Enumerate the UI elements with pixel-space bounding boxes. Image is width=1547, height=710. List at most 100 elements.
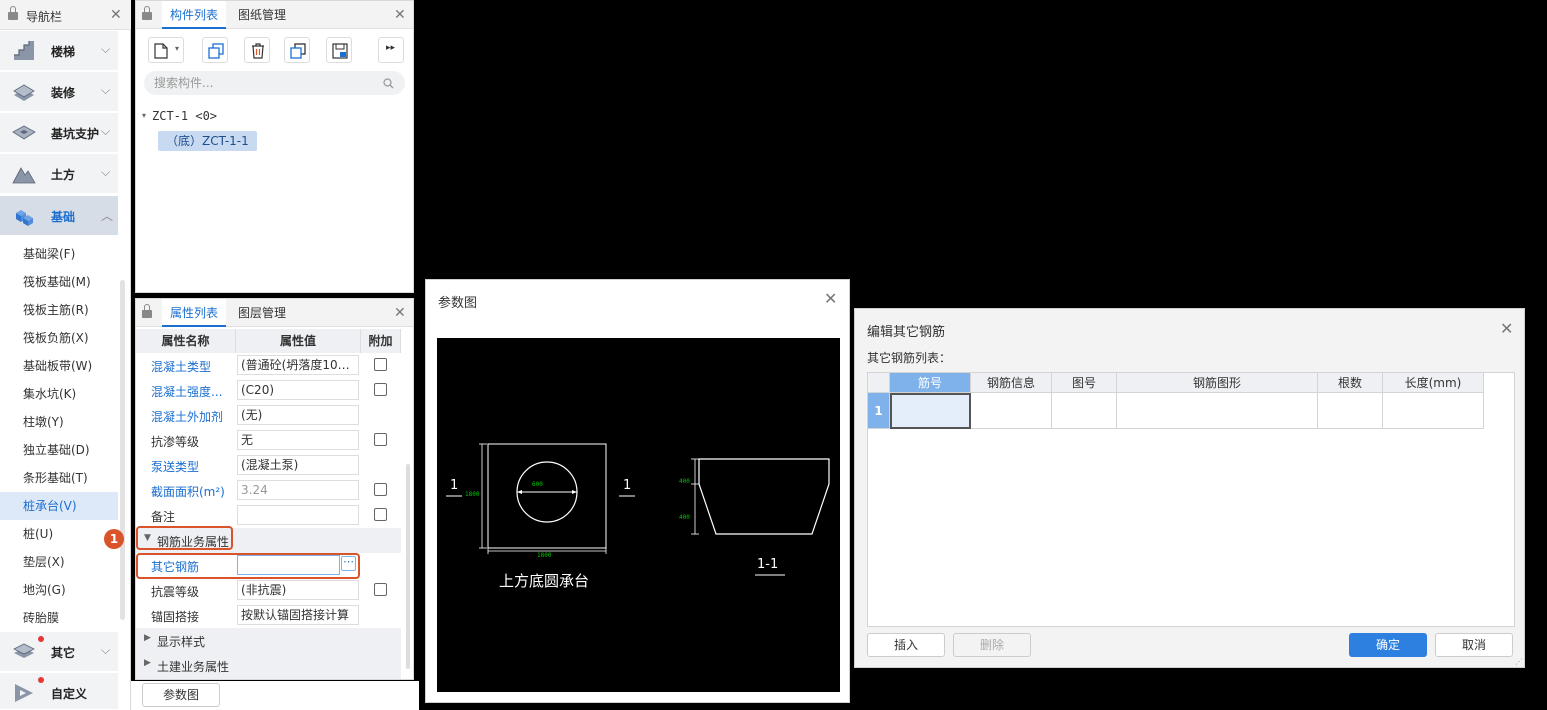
nav-item-raft-foundation[interactable]: 筏板基础(M): [0, 268, 118, 296]
nav-item-isolated-foundation[interactable]: 独立基础(D): [0, 436, 118, 464]
tab-component-list[interactable]: 构件列表: [162, 1, 227, 29]
nav-group-earthwork[interactable]: 土方 ⌵: [0, 154, 118, 194]
close-icon[interactable]: ✕: [1500, 319, 1513, 338]
nav-item-brick-membrane[interactable]: 砖胎膜: [0, 604, 118, 632]
nav-group-pit-support[interactable]: 基坑支护 ⌵: [0, 113, 118, 153]
section-label-right: 1: [623, 478, 632, 493]
nav-item-pile[interactable]: 桩(U): [0, 520, 118, 548]
close-icon[interactable]: ✕: [394, 306, 406, 320]
navigation-bar-header: 导航栏 ✕: [0, 0, 131, 30]
nav-item-strip-foundation[interactable]: 条形基础(T): [0, 464, 118, 492]
length-cell[interactable]: [1383, 393, 1484, 429]
additional-checkbox[interactable]: [374, 508, 387, 521]
property-scrollbar[interactable]: [406, 464, 410, 669]
tab-layer-management[interactable]: 图层管理: [230, 299, 294, 327]
figure-number-cell[interactable]: [1052, 393, 1117, 429]
new-component-button[interactable]: ▾: [148, 37, 184, 63]
column-header-rebar-info[interactable]: 钢筋信息: [971, 373, 1052, 393]
tab-property-list[interactable]: 属性列表: [162, 299, 227, 327]
column-header-length[interactable]: 长度(mm): [1383, 373, 1484, 393]
nav-item-raft-main-rebar[interactable]: 筏板主筋(R): [0, 296, 118, 324]
count-cell[interactable]: [1318, 393, 1383, 429]
decoration-icon: [13, 84, 35, 101]
property-name-link[interactable]: 混凝土强度...: [151, 383, 222, 400]
property-value[interactable]: (无): [237, 405, 359, 425]
tree-child-node[interactable]: （底）ZCT-1-1: [158, 131, 257, 151]
property-value[interactable]: [237, 505, 359, 525]
close-icon[interactable]: ✕: [824, 289, 837, 308]
navigation-bar: 导航栏 ✕ 楼梯 ⌵ 装修 ⌵ 基坑支护 ⌵ 土方 ⌵ 基础 ︿ 基础梁(F) …: [0, 0, 131, 710]
cancel-button[interactable]: 取消: [1435, 633, 1513, 657]
close-icon[interactable]: ✕: [110, 8, 122, 22]
search-icon[interactable]: [383, 78, 394, 89]
property-value[interactable]: (C20): [237, 380, 359, 400]
step-badge: 1: [104, 529, 124, 549]
nav-group-stairs[interactable]: 楼梯 ⌵: [0, 31, 118, 71]
property-value[interactable]: 按默认锚固搭接计算: [237, 605, 359, 625]
nav-group-decoration[interactable]: 装修 ⌵: [0, 72, 118, 112]
property-name-link[interactable]: 截面面积(m²): [151, 483, 225, 500]
copy-component-button[interactable]: [202, 37, 228, 63]
nav-group-other[interactable]: 其它 ⌵: [0, 632, 118, 672]
property-value[interactable]: 无: [237, 430, 359, 450]
insert-button[interactable]: 插入: [867, 633, 945, 657]
nav-item-trench[interactable]: 地沟(G): [0, 576, 118, 604]
param-diagram-dialog: 参数图 ✕ 600 1800 1800 400 400 1 1 1-1 上方底圆…: [425, 279, 850, 703]
delete-component-button[interactable]: [244, 37, 270, 63]
property-row: 锚固搭接 按默认锚固搭接计算: [136, 603, 401, 628]
rebar-shape-cell[interactable]: [1117, 393, 1318, 429]
nav-item-sump-pit[interactable]: 集水坑(K): [0, 380, 118, 408]
chevron-down-icon: ⌵: [101, 643, 111, 657]
additional-checkbox[interactable]: [374, 383, 387, 396]
additional-checkbox[interactable]: [374, 583, 387, 596]
property-row: 混凝土强度... (C20): [136, 378, 401, 403]
additional-checkbox[interactable]: [374, 433, 387, 446]
rebar-list-label: 其它钢筋列表：: [867, 351, 952, 365]
column-header-figure-number[interactable]: 图号: [1052, 373, 1117, 393]
nav-item-foundation-strip[interactable]: 基础板带(W): [0, 352, 118, 380]
column-header-rebar-shape[interactable]: 钢筋图形: [1117, 373, 1318, 393]
dim-side: 1800: [465, 491, 480, 498]
property-value[interactable]: (非抗震): [237, 580, 359, 600]
nav-group-foundation[interactable]: 基础 ︿: [0, 196, 118, 236]
nav-item-foundation-beam[interactable]: 基础梁(F): [0, 240, 118, 268]
nav-scrollbar[interactable]: [120, 280, 125, 620]
column-header-count[interactable]: 根数: [1318, 373, 1383, 393]
close-icon[interactable]: ✕: [394, 8, 406, 22]
lock-icon[interactable]: [142, 304, 152, 320]
lock-icon[interactable]: [8, 6, 18, 22]
property-value[interactable]: (混凝土泵): [237, 455, 359, 475]
property-name-link[interactable]: 泵送类型: [151, 458, 199, 475]
stairs-icon: [14, 41, 34, 60]
nav-item-cushion[interactable]: 垫层(X): [0, 548, 118, 576]
confirm-button[interactable]: 确定: [1349, 633, 1427, 657]
property-name-link[interactable]: 混凝土类型: [151, 358, 211, 375]
property-name-link[interactable]: 混凝土外加剂: [151, 408, 223, 425]
row-number-cell[interactable]: 1: [868, 393, 890, 429]
param-diagram-button[interactable]: 参数图: [142, 683, 220, 707]
trash-icon: [252, 43, 264, 59]
lock-icon[interactable]: [142, 6, 152, 22]
resize-grip-icon[interactable]: ⋰: [1515, 657, 1523, 666]
component-search-input[interactable]: [144, 71, 405, 95]
tree-root-node[interactable]: ZCT-1 <0>: [152, 109, 217, 123]
save-template-button[interactable]: [326, 37, 352, 63]
nav-group-custom[interactable]: 自定义: [0, 673, 118, 710]
tab-drawing-management[interactable]: 图纸管理: [230, 1, 294, 29]
nav-item-pile-cap[interactable]: 桩承台(V): [0, 492, 118, 520]
additional-checkbox[interactable]: [374, 358, 387, 371]
duplicate-layer-button[interactable]: [284, 37, 310, 63]
property-value[interactable]: (普通砼(坍落度10～...: [237, 355, 359, 375]
nav-group-label: 基础: [51, 210, 76, 224]
nav-item-raft-negative-rebar[interactable]: 筏板负筋(X): [0, 324, 118, 352]
tree-collapse-icon[interactable]: ▾: [142, 111, 146, 120]
nav-item-column-pier[interactable]: 柱墩(Y): [0, 408, 118, 436]
property-list-panel: 属性列表 图层管理 ✕ 属性名称 属性值 附加 混凝土类型 (普通砼(坍落度10…: [135, 298, 414, 680]
section-display-style[interactable]: ▶ 显示样式: [136, 628, 401, 653]
bar-number-cell[interactable]: [890, 393, 971, 429]
rebar-info-cell[interactable]: [971, 393, 1052, 429]
section-civil-properties[interactable]: ▶ 土建业务属性: [136, 653, 401, 679]
column-header-bar-number[interactable]: 筋号: [890, 373, 971, 393]
additional-checkbox[interactable]: [374, 483, 387, 496]
more-tools-button[interactable]: ▸▸: [378, 37, 404, 63]
